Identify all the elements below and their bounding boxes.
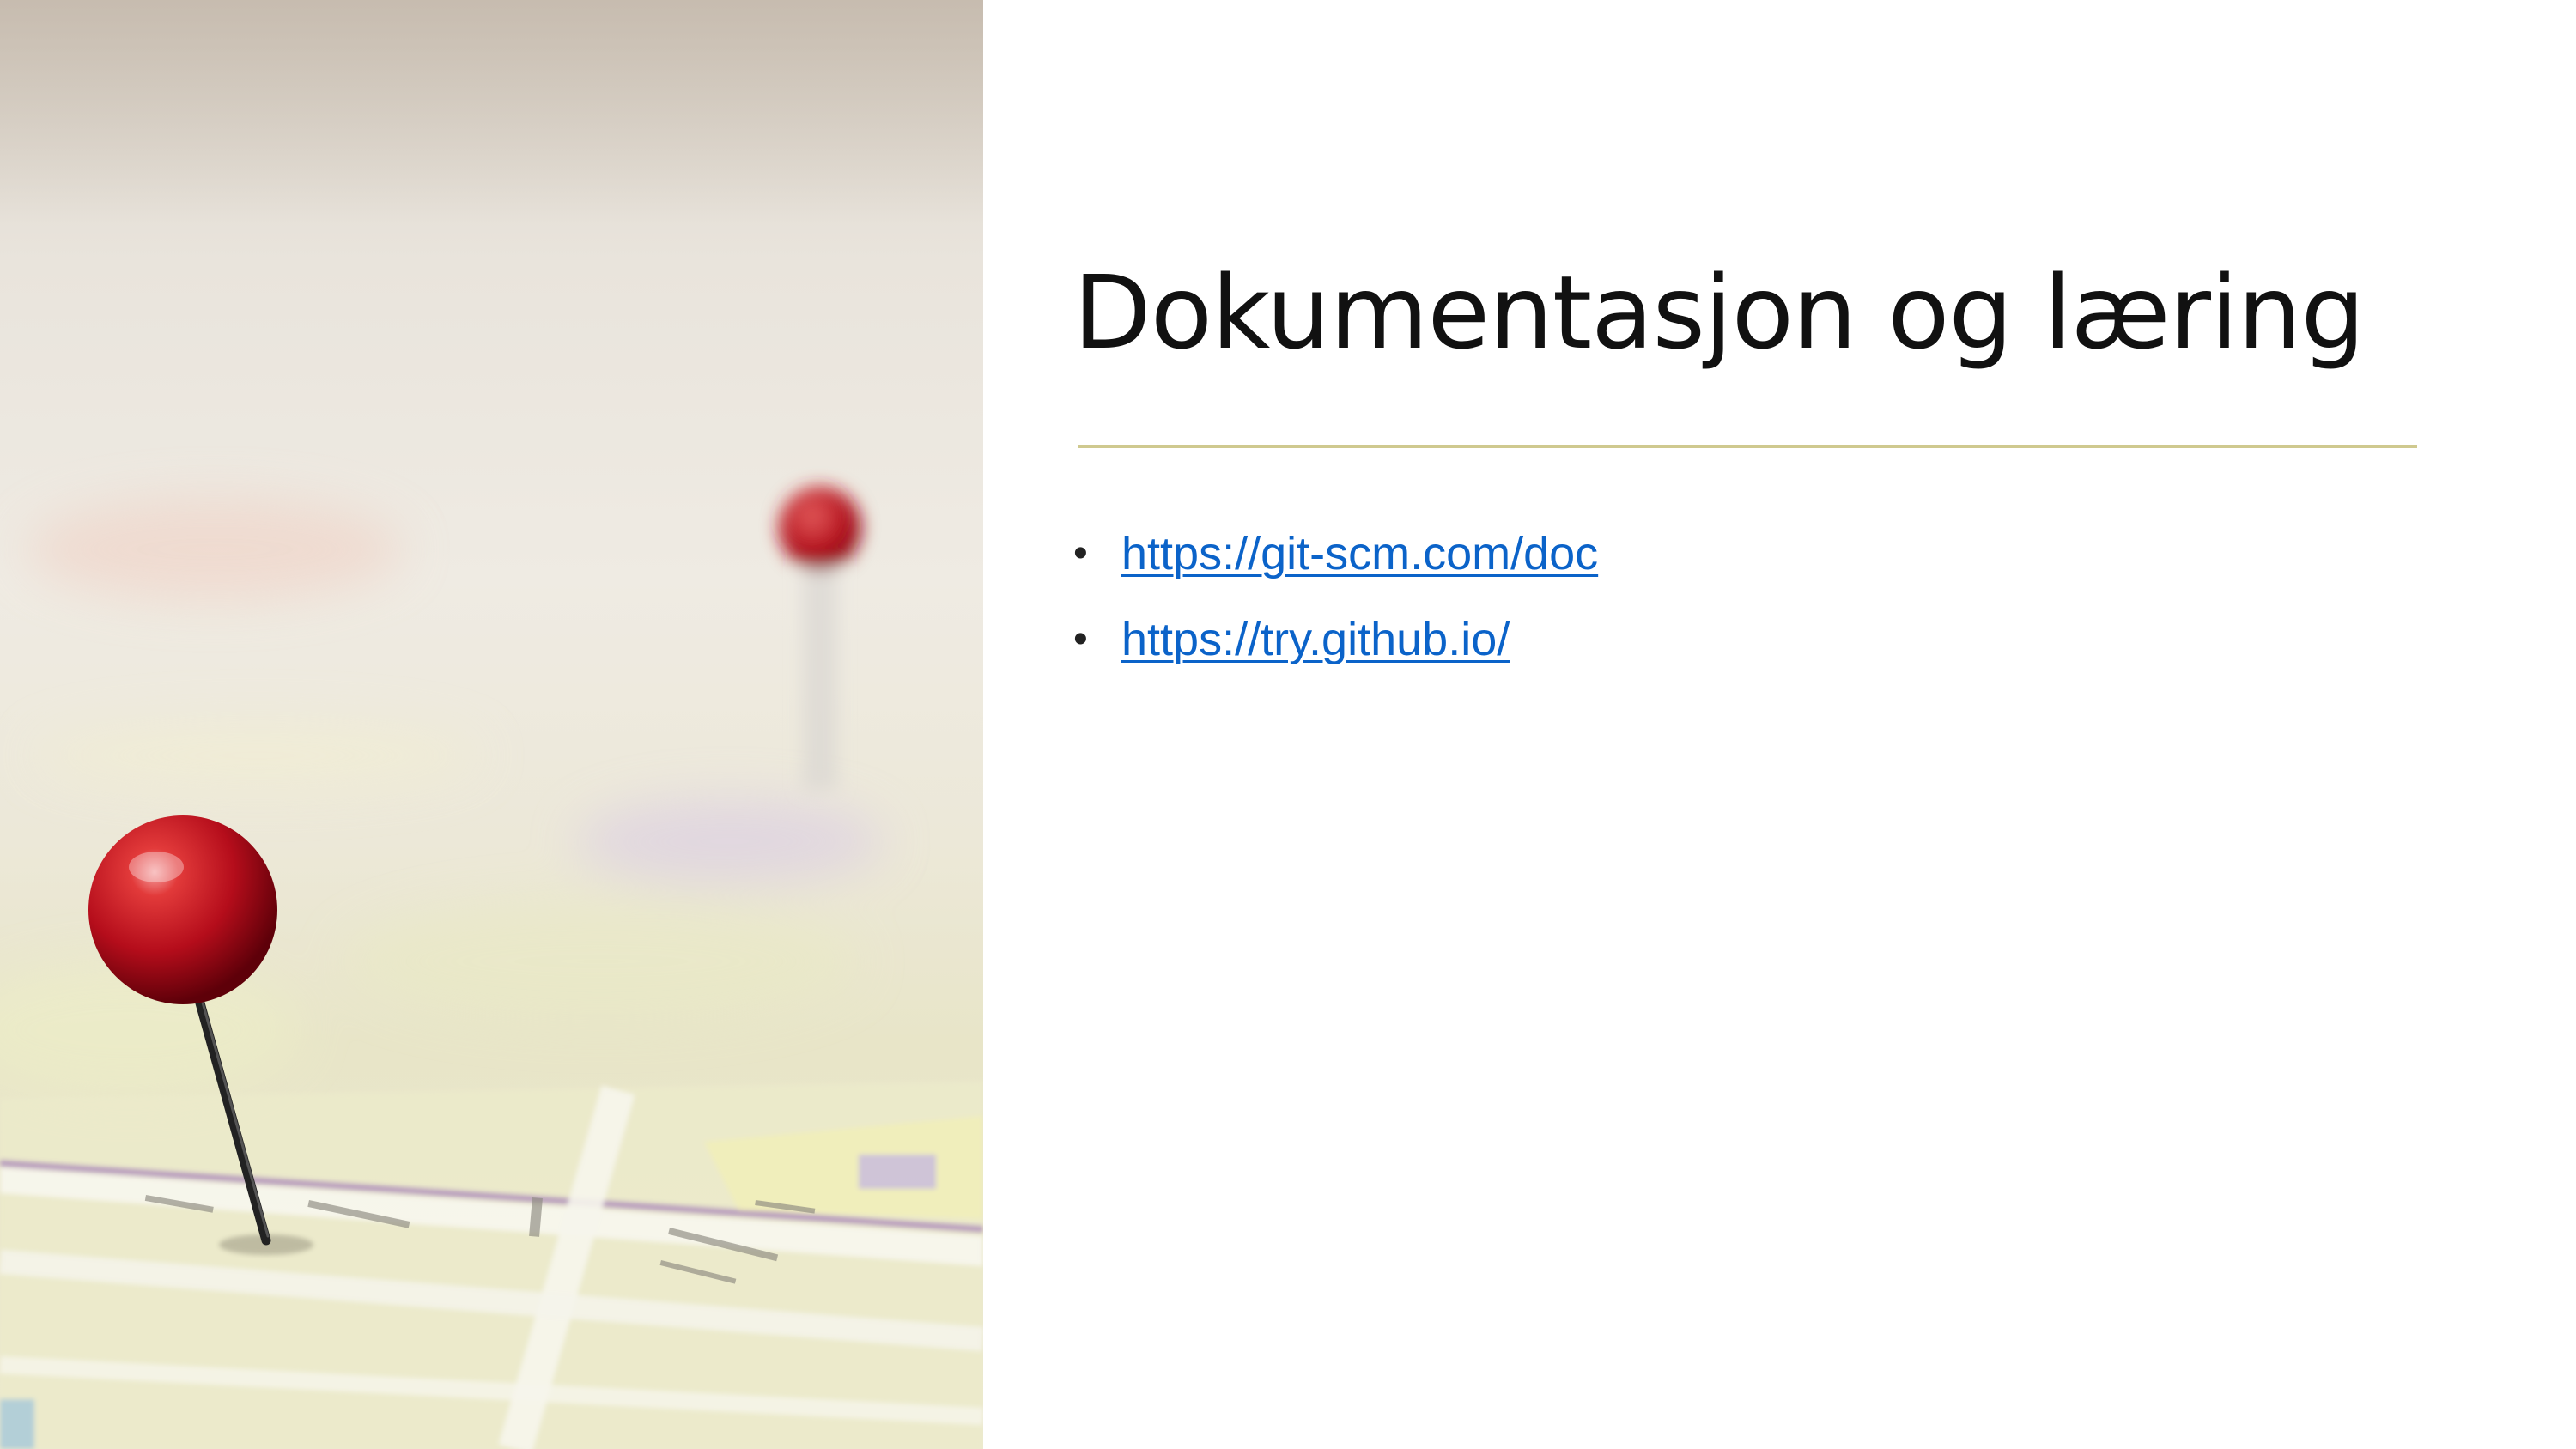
bullet-icon: • [1073, 616, 1088, 662]
slide-title: Dokumentasjon og læring [1073, 253, 2365, 372]
slide: Dokumentasjon og læring • https://git-sc… [0, 0, 2576, 1449]
list-item: • https://try.github.io/ [1073, 605, 1598, 691]
map-pin-photo [0, 0, 983, 1449]
title-divider [1078, 445, 2417, 448]
link-try-github[interactable]: https://try.github.io/ [1121, 614, 1510, 665]
link-list: • https://git-scm.com/doc • https://try.… [1073, 519, 1598, 691]
list-item: • https://git-scm.com/doc [1073, 519, 1598, 605]
bullet-icon: • [1073, 530, 1088, 576]
map-pin-illustration [0, 0, 983, 1449]
link-git-scm-doc[interactable]: https://git-scm.com/doc [1121, 528, 1598, 579]
